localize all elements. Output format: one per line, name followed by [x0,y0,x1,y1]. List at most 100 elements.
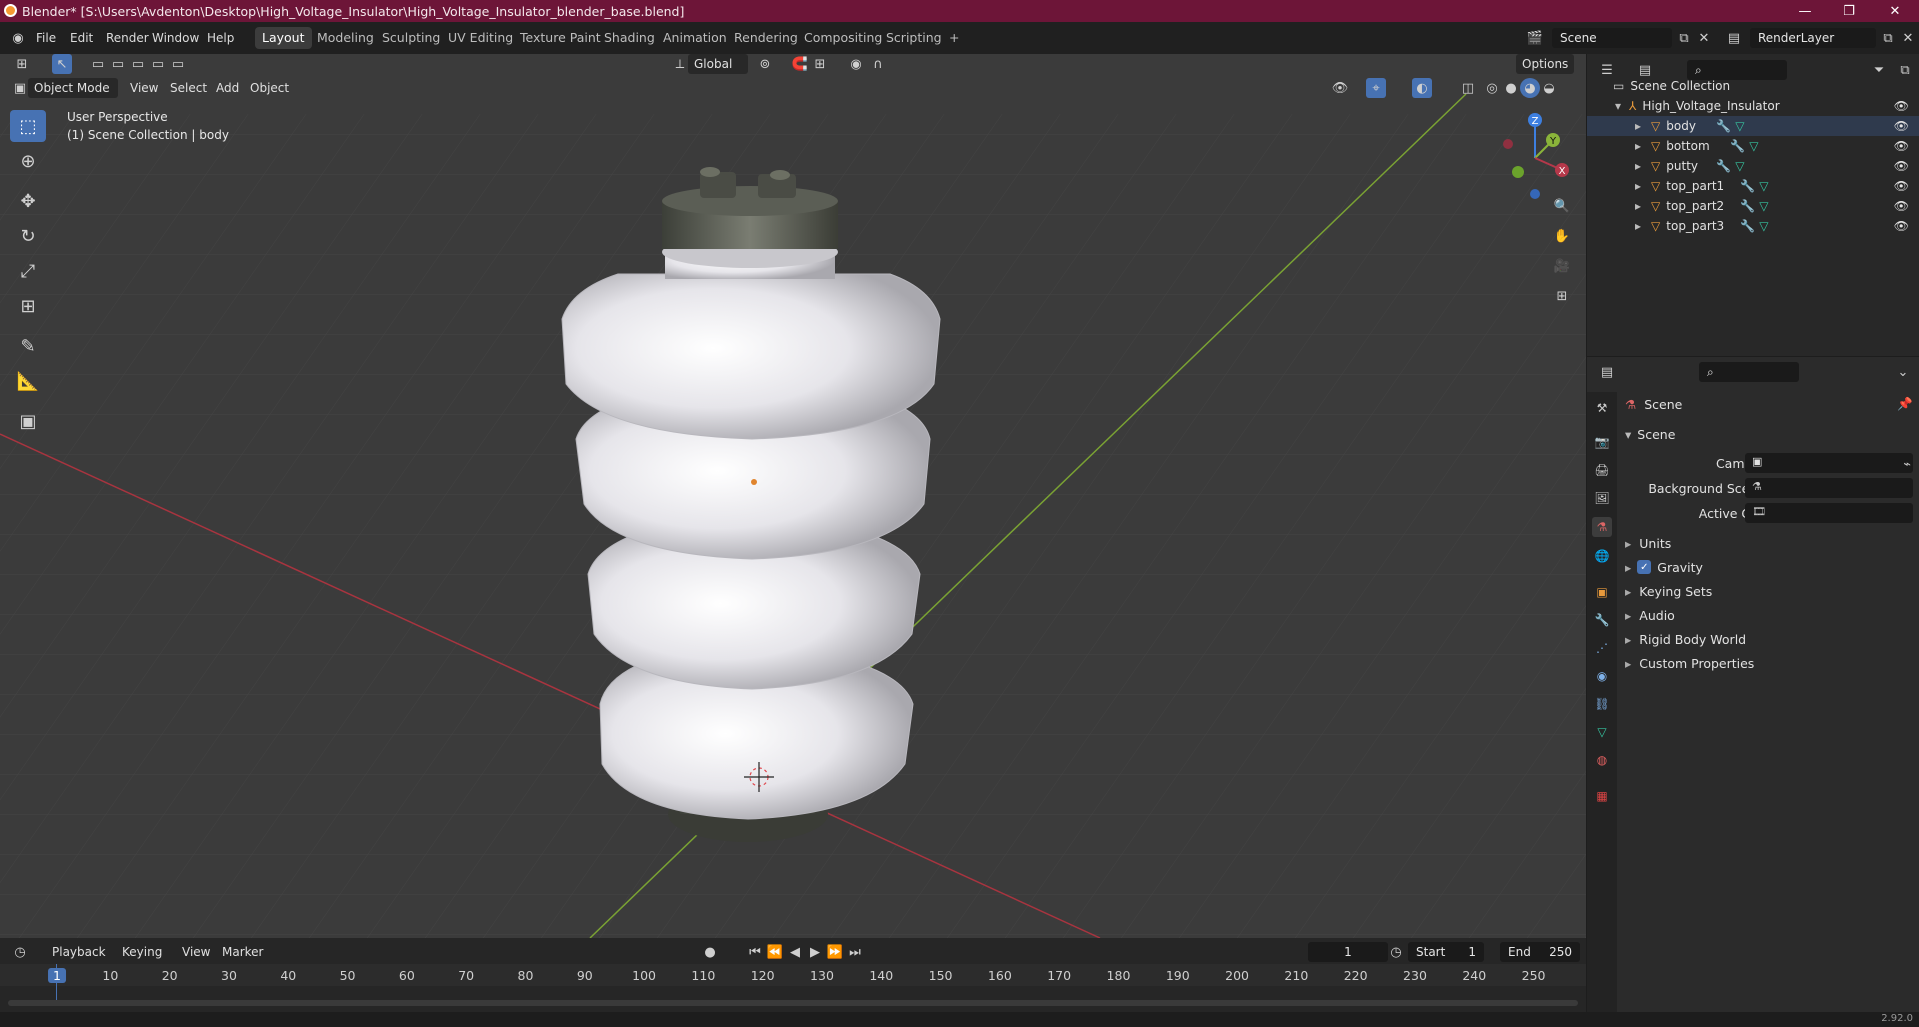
select-extend-icon[interactable]: ▭ [108,54,128,74]
material-shading-icon[interactable]: ◕ [1520,78,1540,98]
units-panel-header[interactable]: ▸ Units [1625,531,1915,555]
properties-search-input[interactable]: ⌕ [1699,362,1799,382]
end-frame-field[interactable]: End 250 [1500,942,1580,962]
tab-shading[interactable]: Shading [597,27,662,49]
keying-menu[interactable]: Keying [116,942,168,962]
play-icon[interactable]: ▶ [805,942,825,962]
custom-properties-panel-header[interactable]: ▸ Custom Properties [1625,651,1915,675]
select-mode-icon[interactable]: ↖ [52,54,72,74]
tab-compositing[interactable]: Compositing [797,27,889,49]
scene-name-field[interactable]: Scene [1552,28,1672,48]
tool-tab-icon[interactable]: ⚒ [1592,398,1612,418]
gravity-checkbox[interactable]: ✓ [1637,560,1652,574]
rotate-tool[interactable]: ↻ [10,220,46,252]
physics-tab-icon[interactable]: ◉ [1592,666,1612,686]
material-tab-icon[interactable]: ◍ [1592,750,1612,770]
snap-icon[interactable]: 🧲 [790,54,810,74]
modifier-tab-icon[interactable]: 🔧 [1592,610,1612,630]
tab-sculpting[interactable]: Sculpting [375,27,447,49]
view-menu[interactable]: View [124,78,164,98]
scene-panel-header[interactable]: ▾ Scene [1625,422,1915,446]
cursor-tool[interactable]: ⊕ [10,145,46,177]
start-frame-field[interactable]: Start 1 [1408,942,1484,962]
object-tab-icon[interactable]: ▣ [1592,582,1612,602]
minimize-button[interactable]: — [1782,0,1828,22]
jump-start-icon[interactable]: ⏮ [745,942,765,962]
tab-rendering[interactable]: Rendering [727,27,805,49]
expand-arrow-icon[interactable]: ▸ [1635,199,1641,213]
current-frame-field[interactable]: 1 [1308,942,1388,962]
layer-browse-icon[interactable]: ▤ [1724,28,1744,48]
properties-editor-type-icon[interactable]: ▤ [1597,362,1617,382]
view-layer-field[interactable]: RenderLayer [1750,28,1876,48]
playback-menu[interactable]: Playback [46,942,112,962]
select-menu[interactable]: Select [164,78,213,98]
texture-tab-icon[interactable]: ▦ [1592,786,1612,806]
outliner-collection-row[interactable]: ▾ ⅄ High_Voltage_Insulator 👁 [1587,96,1919,116]
visibility-eye-icon[interactable]: 👁 [1894,199,1909,213]
outliner-item-top-part1[interactable]: ▸ ▽ top_part1 🔧 ▽ 👁 [1587,176,1919,196]
overlay-toggle-icon[interactable]: ◐ [1412,78,1432,98]
zoom-icon[interactable]: 🔍 [1552,196,1572,216]
tab-layout[interactable]: Layout [255,27,312,49]
camera-field[interactable] [1745,453,1913,473]
rigid-body-world-panel-header[interactable]: ▸ Rigid Body World [1625,627,1915,651]
close-window-button[interactable]: ✕ [1872,0,1918,22]
next-keyframe-icon[interactable]: ⏩ [825,942,845,962]
timeline-editor-type-icon[interactable]: ◷ [10,942,30,962]
tab-modeling[interactable]: Modeling [310,27,381,49]
pivot-point-icon[interactable]: ⊚ [755,54,775,74]
pan-hand-icon[interactable]: ✋ [1552,226,1572,246]
select-invert-icon[interactable]: ▭ [148,54,168,74]
tab-animation[interactable]: Animation [656,27,734,49]
snap-target-icon[interactable]: ⊞ [810,54,830,74]
expand-arrow-icon[interactable]: ▸ [1635,179,1641,193]
menu-edit[interactable]: Edit [64,28,99,48]
scene-browse-icon[interactable]: 🎬 [1525,28,1545,48]
new-layer-icon[interactable]: ⧉ [1878,28,1898,48]
tab-uv-editing[interactable]: UV Editing [441,27,520,49]
marker-menu[interactable]: Marker [216,942,269,962]
play-reverse-icon[interactable]: ◀ [785,942,805,962]
annotate-tool[interactable]: ✎ [10,330,46,362]
render-tab-icon[interactable]: 📷 [1592,432,1612,452]
tab-scripting[interactable]: Scripting [879,27,949,49]
camera-view-icon[interactable]: 🎥 [1552,256,1572,276]
pin-icon[interactable]: 📌 [1897,396,1913,412]
outliner-item-body[interactable]: ▸ ▽ body 🔧 ▽ 👁 [1587,116,1919,136]
measure-tool[interactable]: 📐 [10,365,46,397]
audio-panel-header[interactable]: ▸ Audio [1625,603,1915,627]
visibility-eye-icon[interactable]: 👁 [1894,179,1909,193]
rendered-shading-icon[interactable]: ◒ [1539,78,1559,98]
editor-type-icon[interactable]: ⊞ [12,54,32,74]
select-subtract-icon[interactable]: ▭ [128,54,148,74]
visibility-eye-icon[interactable]: 👁 [1894,219,1909,233]
wireframe-shading-icon[interactable]: ◎ [1482,78,1502,98]
active-clip-field[interactable] [1745,503,1913,523]
outliner-item-bottom[interactable]: ▸ ▽ bottom 🔧 ▽ 👁 [1587,136,1919,156]
scale-tool[interactable]: ⤢ [10,255,46,287]
proportional-edit-icon[interactable]: ◉ [846,54,866,74]
menu-help[interactable]: Help [201,28,240,48]
outliner-item-putty[interactable]: ▸ ▽ putty 🔧 ▽ 👁 [1587,156,1919,176]
select-intersect-icon[interactable]: ▭ [168,54,188,74]
menu-file[interactable]: File [30,28,62,48]
3d-viewport[interactable]: ⊞ ↖ ▭ ▭ ▭ ▭ ▭ ⟂ Global ⊚ 🧲 ⊞ ◉ ∩ Options… [0,54,1586,938]
move-tool[interactable]: ✥ [10,185,46,217]
outliner-item-top-part3[interactable]: ▸ ▽ top_part3 🔧 ▽ 👁 [1587,216,1919,236]
select-new-icon[interactable]: ▭ [88,54,108,74]
keying-sets-panel-header[interactable]: ▸ Keying Sets [1625,579,1915,603]
expand-arrow-icon[interactable]: ▸ [1635,219,1641,233]
tab-texture-paint[interactable]: Texture Paint [513,27,608,49]
background-scene-field[interactable] [1745,478,1913,498]
jump-end-icon[interactable]: ⏭ [845,942,865,962]
transform-orientation-dropdown[interactable]: Global [688,54,748,74]
timeline-scrollbar[interactable] [8,1000,1578,1006]
ortho-grid-icon[interactable]: ⊞ [1552,286,1572,306]
menu-window[interactable]: Window [146,28,205,48]
navigation-gizmo[interactable]: Z Y X [1490,110,1580,200]
visibility-icon[interactable]: 👁 [1330,78,1350,98]
outliner-item-top-part2[interactable]: ▸ ▽ top_part2 🔧 ▽ 👁 [1587,196,1919,216]
new-scene-icon[interactable]: ⧉ [1674,28,1694,48]
blender-menu-icon[interactable]: ◉ [8,28,28,48]
